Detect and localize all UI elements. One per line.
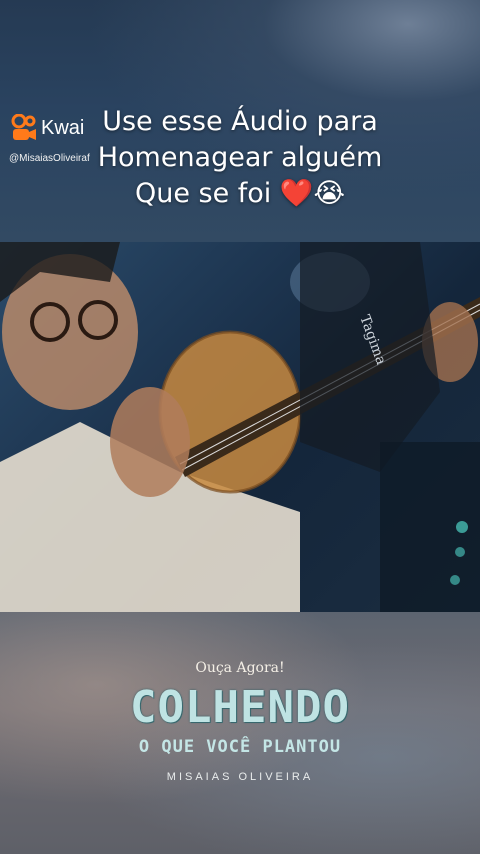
caption-overlay: Use esse Áudio para Homenagear alguém Qu… [0, 104, 480, 212]
video-frame-icon: Tagima [0, 242, 480, 612]
promo-subtitle: O QUE VOCÊ PLANTOU [138, 737, 342, 757]
caption-line-2: Homenagear alguém [97, 142, 383, 173]
caption-line-3: Que se foi ❤️😭 [134, 178, 346, 209]
bottom-background [0, 612, 480, 854]
video-frame[interactable]: Tagima [0, 242, 480, 612]
caption-line-1: Use esse Áudio para [102, 106, 378, 137]
promo-tagline: Ouça Agora! [195, 660, 285, 676]
promo-title: COLHENDO [130, 682, 350, 733]
promo-artist: MISAIAS OLIVEIRA [166, 771, 314, 783]
